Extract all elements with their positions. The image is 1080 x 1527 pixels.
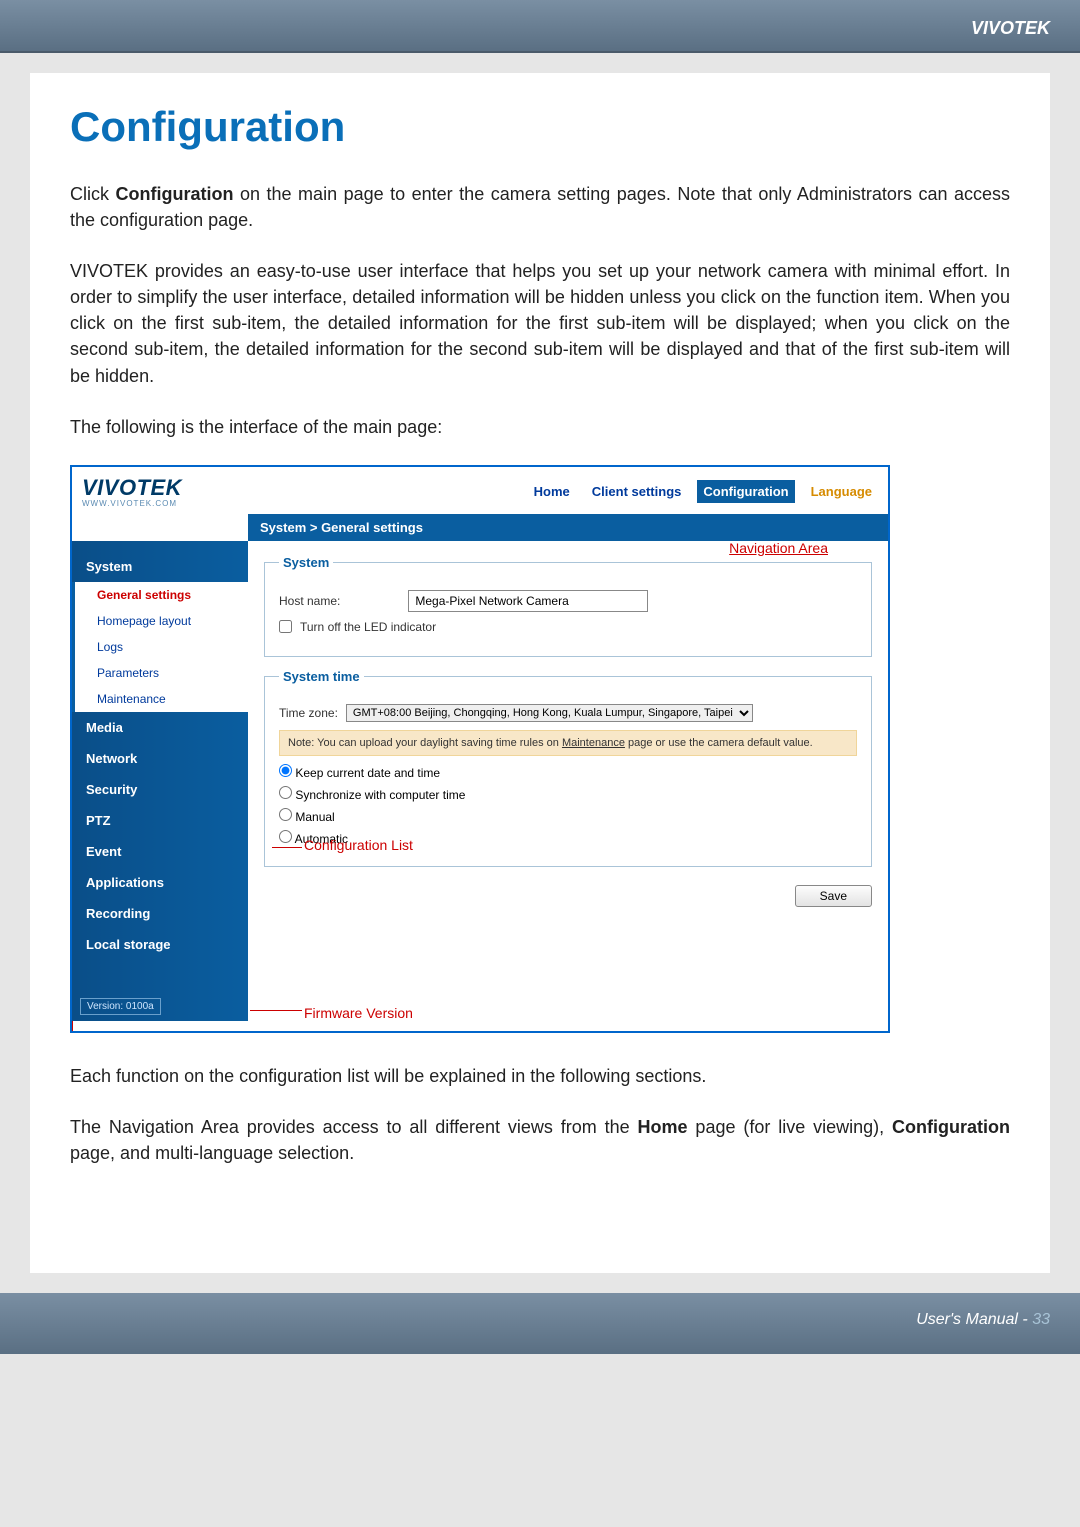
bold-configuration: Configuration: [116, 184, 234, 204]
timezone-row: Time zone: GMT+08:00 Beijing, Chongqing,…: [279, 704, 857, 722]
led-checkbox[interactable]: [279, 620, 292, 633]
annotation-line: [72, 1021, 73, 1031]
radio-keep[interactable]: [279, 764, 292, 777]
text: page (for live viewing),: [688, 1117, 892, 1137]
sidebar-item-network[interactable]: Network: [72, 743, 248, 774]
led-label: Turn off the LED indicator: [300, 620, 436, 634]
ui-logo-container: VIVOTEK WWW.VIVOTEK.COM: [82, 475, 182, 508]
sidebar-item-recording[interactable]: Recording: [72, 898, 248, 929]
radio-manual[interactable]: [279, 808, 292, 821]
closing-paragraph-2: The Navigation Area provides access to a…: [70, 1114, 1010, 1166]
sidebar-sub-maintenance[interactable]: Maintenance: [72, 686, 248, 712]
radio-manual-row: Manual: [279, 808, 857, 824]
vivotek-logo-sub: WWW.VIVOTEK.COM: [82, 499, 182, 508]
sidebar-item-ptz[interactable]: PTZ: [72, 805, 248, 836]
timezone-select[interactable]: GMT+08:00 Beijing, Chongqing, Hong Kong,…: [346, 704, 753, 722]
nav-configuration[interactable]: Configuration: [697, 480, 794, 503]
text: The Navigation Area provides access to a…: [70, 1117, 638, 1137]
page-body: Configuration Click Configuration on the…: [30, 73, 1050, 1273]
radio-auto[interactable]: [279, 830, 292, 843]
page-footer: User's Manual - 33: [0, 1293, 1080, 1354]
system-fieldset: System Host name: Turn off the LED indic…: [264, 555, 872, 657]
dst-note: Note: You can upload your daylight savin…: [279, 730, 857, 756]
text: Click: [70, 184, 116, 204]
intro-paragraph-3: The following is the interface of the ma…: [70, 414, 1010, 440]
annotation-line: [272, 847, 302, 848]
page-header-brand: VIVOTEK: [0, 0, 1080, 53]
ui-topbar: VIVOTEK WWW.VIVOTEK.COM Home Client sett…: [72, 467, 888, 514]
radio-sync-row: Synchronize with computer time: [279, 786, 857, 802]
top-nav: Home Client settings Configuration Langu…: [528, 480, 878, 503]
intro-paragraph-1: Click Configuration on the main page to …: [70, 181, 1010, 233]
sidebar-sub-homepage-layout[interactable]: Homepage layout: [72, 608, 248, 634]
led-row: Turn off the LED indicator: [279, 620, 857, 634]
host-name-label: Host name:: [279, 594, 340, 608]
annotation-line: [250, 1010, 302, 1011]
ui-screenshot: VIVOTEK WWW.VIVOTEK.COM Home Client sett…: [70, 465, 890, 1033]
breadcrumb: System > General settings: [248, 514, 888, 541]
main-panel: System Host name: Turn off the LED indic…: [248, 541, 888, 1021]
sidebar-item-security[interactable]: Security: [72, 774, 248, 805]
callout-configuration-list: Configuration List: [304, 837, 413, 853]
nav-language[interactable]: Language: [805, 480, 878, 503]
ui-layout: System General settings Homepage layout …: [72, 541, 888, 1021]
radio-manual-label: Manual: [295, 810, 334, 824]
section-title: Configuration: [70, 103, 1010, 151]
host-name-row: Host name:: [279, 590, 857, 612]
maintenance-link[interactable]: Maintenance: [562, 737, 625, 749]
sidebar-item-system[interactable]: System: [72, 551, 248, 582]
closing-paragraph-1: Each function on the configuration list …: [70, 1063, 1010, 1089]
nav-client-settings[interactable]: Client settings: [586, 480, 688, 503]
sidebar-item-media[interactable]: Media: [72, 712, 248, 743]
sidebar: System General settings Homepage layout …: [72, 541, 248, 1021]
callout-navigation-area: Navigation Area: [729, 540, 828, 556]
callout-firmware-version: Firmware Version: [304, 1005, 413, 1021]
bold-configuration-2: Configuration: [892, 1117, 1010, 1137]
radio-sync[interactable]: [279, 786, 292, 799]
nav-home[interactable]: Home: [528, 480, 576, 503]
text: page, and multi-language selection.: [70, 1143, 354, 1163]
intro-paragraph-2: VIVOTEK provides an easy-to-use user int…: [70, 258, 1010, 388]
system-legend: System: [279, 555, 333, 570]
vivotek-logo: VIVOTEK: [82, 475, 182, 500]
sidebar-sub-general-settings[interactable]: General settings: [72, 582, 248, 608]
radio-sync-label: Synchronize with computer time: [295, 788, 465, 802]
radio-keep-label: Keep current date and time: [295, 766, 440, 780]
sidebar-item-local-storage[interactable]: Local storage: [72, 929, 248, 960]
save-button[interactable]: Save: [795, 885, 872, 907]
timezone-label: Time zone:: [279, 706, 338, 720]
radio-keep-row: Keep current date and time: [279, 764, 857, 780]
sidebar-item-applications[interactable]: Applications: [72, 867, 248, 898]
footer-page-number: 33: [1032, 1311, 1050, 1328]
note-pre: Note: You can upload your daylight savin…: [288, 737, 562, 749]
note-post: page or use the camera default value.: [625, 737, 813, 749]
bold-home: Home: [638, 1117, 688, 1137]
host-name-input[interactable]: [408, 590, 648, 612]
system-time-legend: System time: [279, 669, 364, 684]
sidebar-sub-logs[interactable]: Logs: [72, 634, 248, 660]
footer-label: User's Manual -: [916, 1311, 1032, 1328]
firmware-version: Version: 0100a: [80, 998, 161, 1015]
sidebar-item-event[interactable]: Event: [72, 836, 248, 867]
sidebar-sub-parameters[interactable]: Parameters: [72, 660, 248, 686]
